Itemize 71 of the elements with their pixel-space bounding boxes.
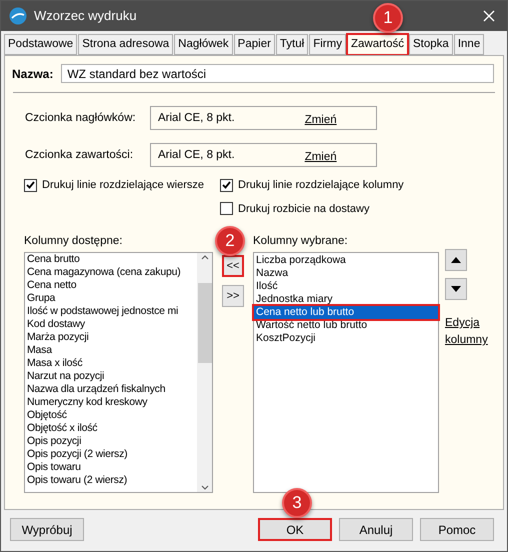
tab[interactable]: Tytuł — [276, 34, 308, 55]
name-label: Nazwa: — [12, 66, 54, 82]
change-font-link[interactable]: Zmień — [304, 149, 337, 166]
change-font-link[interactable]: Zmień — [304, 112, 337, 130]
font-value: Arial CE, 8 pkt. — [158, 148, 235, 163]
dialog-button[interactable]: OK — [258, 518, 332, 541]
tab[interactable]: Stopka — [409, 34, 453, 55]
list-item[interactable]: Nazwa dla urządzeń fiskalnych — [27, 383, 197, 396]
list-item[interactable]: Objętość — [27, 409, 197, 422]
app-logo-icon — [9, 7, 27, 25]
selected-columns-list[interactable]: Liczba porządkowa Nazwa Ilość Jednostka miary Cena netto lub brutto Wartość netto lub brutto KosztPozycji — [253, 252, 439, 494]
tab[interactable]: Nagłówek — [174, 34, 233, 55]
dialog-button[interactable]: Pomoc — [420, 518, 494, 541]
checkbox[interactable] — [220, 202, 233, 216]
list-item[interactable]: Grupa — [27, 292, 197, 306]
move-down-button[interactable] — [445, 278, 467, 300]
list-item[interactable]: Jednostka miary — [254, 293, 438, 306]
available-columns-label: Kolumny dostępne: — [24, 234, 124, 249]
list-item[interactable]: Ilość — [254, 280, 438, 294]
tab[interactable]: Papier — [234, 34, 275, 55]
list-item[interactable]: Opis towaru — [27, 461, 197, 474]
list-item[interactable]: Masa x ilość — [27, 357, 197, 370]
checkmark-icon — [222, 181, 231, 190]
list-item[interactable]: Opis pozycji (2 wiersz) — [27, 448, 197, 462]
list-item[interactable]: Wartość netto lub brutto — [254, 319, 438, 332]
list-item[interactable]: Liczba porządkowa — [254, 254, 438, 268]
checkmark-icon — [26, 181, 35, 190]
selected-columns-label: Kolumny wybrane: — [253, 234, 349, 249]
tab[interactable]: Firmy — [309, 34, 346, 55]
list-item[interactable]: Cena netto lub brutto — [254, 306, 438, 320]
tab[interactable]: Podstawowe — [4, 34, 78, 55]
checkbox-label: Drukuj rozbicie na dostawy — [238, 202, 370, 216]
list-item[interactable]: Marża pozycji — [27, 331, 197, 344]
move-column-button[interactable]: << — [222, 255, 244, 277]
list-item[interactable]: Opis towaru (2 wiersz) — [27, 474, 197, 488]
list-item[interactable]: Kod dostawy — [27, 318, 197, 332]
close-icon[interactable] — [483, 10, 495, 22]
scrollbar[interactable] — [197, 253, 212, 492]
tab[interactable]: Strona adresowa — [78, 34, 174, 55]
list-item[interactable]: Narzut na pozycji — [27, 370, 197, 384]
edit-column-link[interactable]: Edycja kolumny — [445, 315, 495, 349]
checkbox[interactable] — [220, 178, 233, 192]
triangle-up-icon — [451, 257, 461, 263]
font-value: Arial CE, 8 pkt. — [158, 111, 235, 126]
list-item[interactable]: Numeryczny kod kreskowy — [27, 396, 197, 410]
list-item[interactable]: Cena netto — [27, 279, 197, 292]
move-column-button[interactable]: >> — [222, 285, 244, 307]
list-item[interactable]: Cena magazynowa (cena zakupu) — [27, 266, 197, 280]
chevron-down-icon[interactable] — [200, 485, 208, 490]
name-field[interactable]: WZ standard bez wartości — [61, 64, 494, 83]
list-item[interactable]: Masa — [27, 344, 197, 358]
list-item[interactable]: KosztPozycji — [254, 332, 438, 346]
move-up-button[interactable] — [445, 249, 467, 271]
list-item[interactable]: Ilość w podstawowej jednostce mi — [27, 305, 197, 318]
window-title: Wzorzec wydruku — [34, 7, 137, 26]
triangle-down-icon — [451, 286, 461, 292]
list-item[interactable]: Opis pozycji — [27, 435, 197, 448]
tab[interactable]: Inne — [454, 34, 484, 55]
checkbox[interactable] — [24, 178, 37, 192]
dialog-button[interactable]: Anuluj — [339, 518, 413, 541]
checkbox-label: Drukuj linie rozdzielające kolumny — [238, 178, 404, 193]
font-label: Czcionka nagłówków: — [25, 111, 137, 126]
dialog-button[interactable]: Wypróbuj — [10, 518, 84, 541]
checkbox-label: Drukuj linie rozdzielające wiersze — [42, 178, 204, 193]
list-item[interactable]: Cena brutto — [27, 253, 197, 266]
chevron-up-icon[interactable] — [200, 255, 208, 260]
list-item[interactable]: Objętość x ilość — [27, 422, 197, 436]
list-item[interactable]: Nazwa — [254, 267, 438, 280]
available-columns-list[interactable] — [24, 252, 213, 494]
font-label: Czcionka zawartości: — [25, 148, 134, 163]
tab[interactable]: Zawartość — [346, 34, 408, 55]
